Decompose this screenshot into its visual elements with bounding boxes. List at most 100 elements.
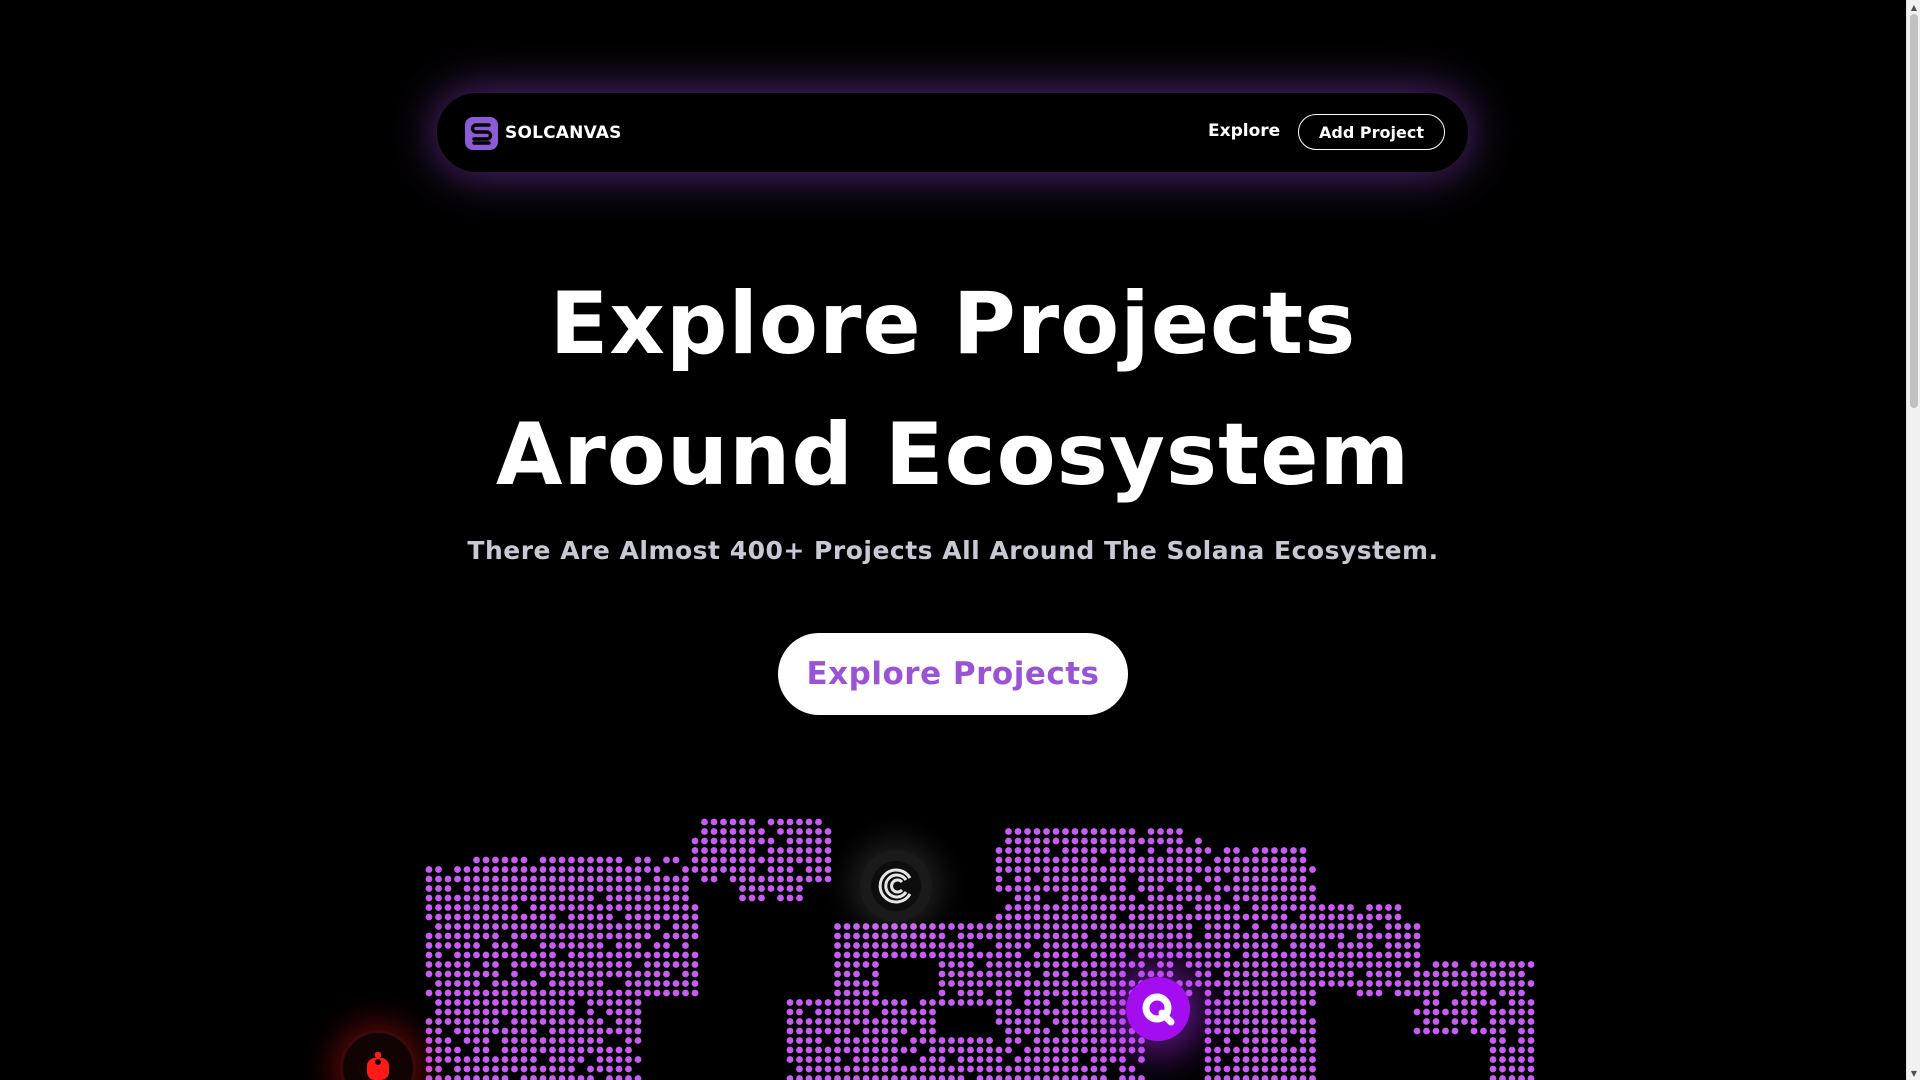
map-dot <box>634 1027 642 1035</box>
scrollbar-thumb[interactable] <box>1910 14 1918 408</box>
map-dot <box>805 847 813 854</box>
map-dot <box>1451 961 1459 968</box>
map-dot <box>1090 942 1098 949</box>
map-dot <box>891 1046 898 1054</box>
map-dot <box>1271 1037 1278 1044</box>
scroll-down-icon[interactable]: ▼ <box>1907 1066 1920 1080</box>
map-dot <box>482 1046 490 1054</box>
map-dot <box>1413 932 1421 940</box>
map-dot <box>596 1056 604 1063</box>
map-dot <box>919 942 927 949</box>
map-dot <box>900 923 908 930</box>
map-dot <box>1033 951 1041 959</box>
map-dot <box>691 989 699 997</box>
map-dot <box>1071 913 1079 921</box>
map-dot <box>539 1075 547 1080</box>
map-dot <box>1033 1056 1041 1063</box>
map-dot <box>1423 1008 1430 1016</box>
map-dot <box>1147 913 1155 921</box>
project-marker-swirl[interactable] <box>860 850 932 922</box>
map-dot <box>1176 913 1183 921</box>
map-dot <box>606 1008 613 1016</box>
map-dot <box>1071 1008 1079 1016</box>
add-project-button[interactable]: Add Project <box>1298 114 1445 150</box>
map-dot <box>805 1075 813 1080</box>
map-dot <box>625 866 632 873</box>
map-dot <box>824 1046 832 1054</box>
map-dot <box>739 856 746 864</box>
map-dot <box>1309 999 1316 1006</box>
map-dot <box>1290 1046 1297 1054</box>
map-dot <box>1128 942 1136 949</box>
map-dot <box>568 961 575 968</box>
map-dot <box>701 847 708 854</box>
map-dot <box>492 885 499 892</box>
map-dot <box>1318 904 1326 911</box>
map-dot <box>786 1037 794 1044</box>
map-dot <box>606 894 613 902</box>
map-dot <box>720 818 727 826</box>
map-dot <box>1024 866 1031 873</box>
map-dot <box>530 885 537 892</box>
map-dot <box>1071 837 1079 845</box>
map-dot <box>1128 1075 1136 1080</box>
map-dot <box>511 1046 518 1054</box>
map-dot <box>1204 999 1212 1006</box>
map-dot <box>1337 951 1345 959</box>
scroll-up-icon[interactable]: ▲ <box>1907 0 1920 14</box>
map-dot <box>1366 951 1373 959</box>
map-dot <box>919 999 927 1006</box>
map-dot <box>625 923 632 930</box>
map-dot <box>1347 942 1354 949</box>
map-dot <box>1204 970 1212 978</box>
map-dot <box>1176 856 1183 864</box>
map-dot <box>758 837 765 845</box>
map-dot <box>549 999 556 1006</box>
map-dot <box>1024 885 1031 892</box>
brand-logo[interactable]: SOLCANVAS <box>465 116 622 150</box>
map-dot <box>1242 866 1250 873</box>
map-dot <box>1033 989 1041 997</box>
map-dot <box>615 989 623 997</box>
map-dot <box>1280 970 1288 978</box>
map-dot <box>824 1008 832 1016</box>
explore-projects-button[interactable]: Explore Projects <box>778 633 1128 715</box>
map-dot <box>1413 970 1421 978</box>
map-dot <box>853 1046 860 1054</box>
map-dot <box>1185 885 1193 892</box>
map-dot <box>454 866 461 873</box>
map-dot <box>1090 1027 1098 1035</box>
map-dot <box>1128 1037 1136 1044</box>
map-dot <box>1052 1037 1060 1044</box>
map-dot <box>1119 828 1126 835</box>
map-dot <box>872 923 879 930</box>
map-dot <box>1024 999 1031 1006</box>
map-dot <box>1005 904 1012 911</box>
map-dot <box>805 828 813 835</box>
map-dot <box>853 942 860 949</box>
map-dot <box>1166 837 1174 845</box>
map-dot <box>1299 1046 1307 1054</box>
map-dot <box>568 856 575 864</box>
map-dot <box>444 1075 452 1080</box>
map-dot <box>1309 980 1316 987</box>
nav-explore-link[interactable]: Explore <box>1208 121 1280 141</box>
project-marker-q[interactable] <box>1126 977 1190 1041</box>
map-dot <box>739 847 746 854</box>
map-dot <box>1290 1008 1297 1016</box>
map-dot <box>872 1056 879 1063</box>
map-dot <box>1043 942 1050 949</box>
map-dot <box>1071 1046 1079 1054</box>
vertical-scrollbar[interactable]: ▲ ▼ <box>1906 0 1920 1080</box>
map-dot <box>995 866 1003 873</box>
map-dot <box>872 989 879 997</box>
map-dot <box>834 1037 841 1044</box>
map-dot <box>596 980 604 987</box>
map-dot <box>1081 942 1088 949</box>
project-marker-robot[interactable] <box>340 1030 416 1080</box>
map-dot <box>1233 999 1240 1006</box>
map-dot <box>967 1037 974 1044</box>
map-dot <box>834 932 841 940</box>
map-dot <box>615 875 623 883</box>
map-dot <box>672 951 680 959</box>
